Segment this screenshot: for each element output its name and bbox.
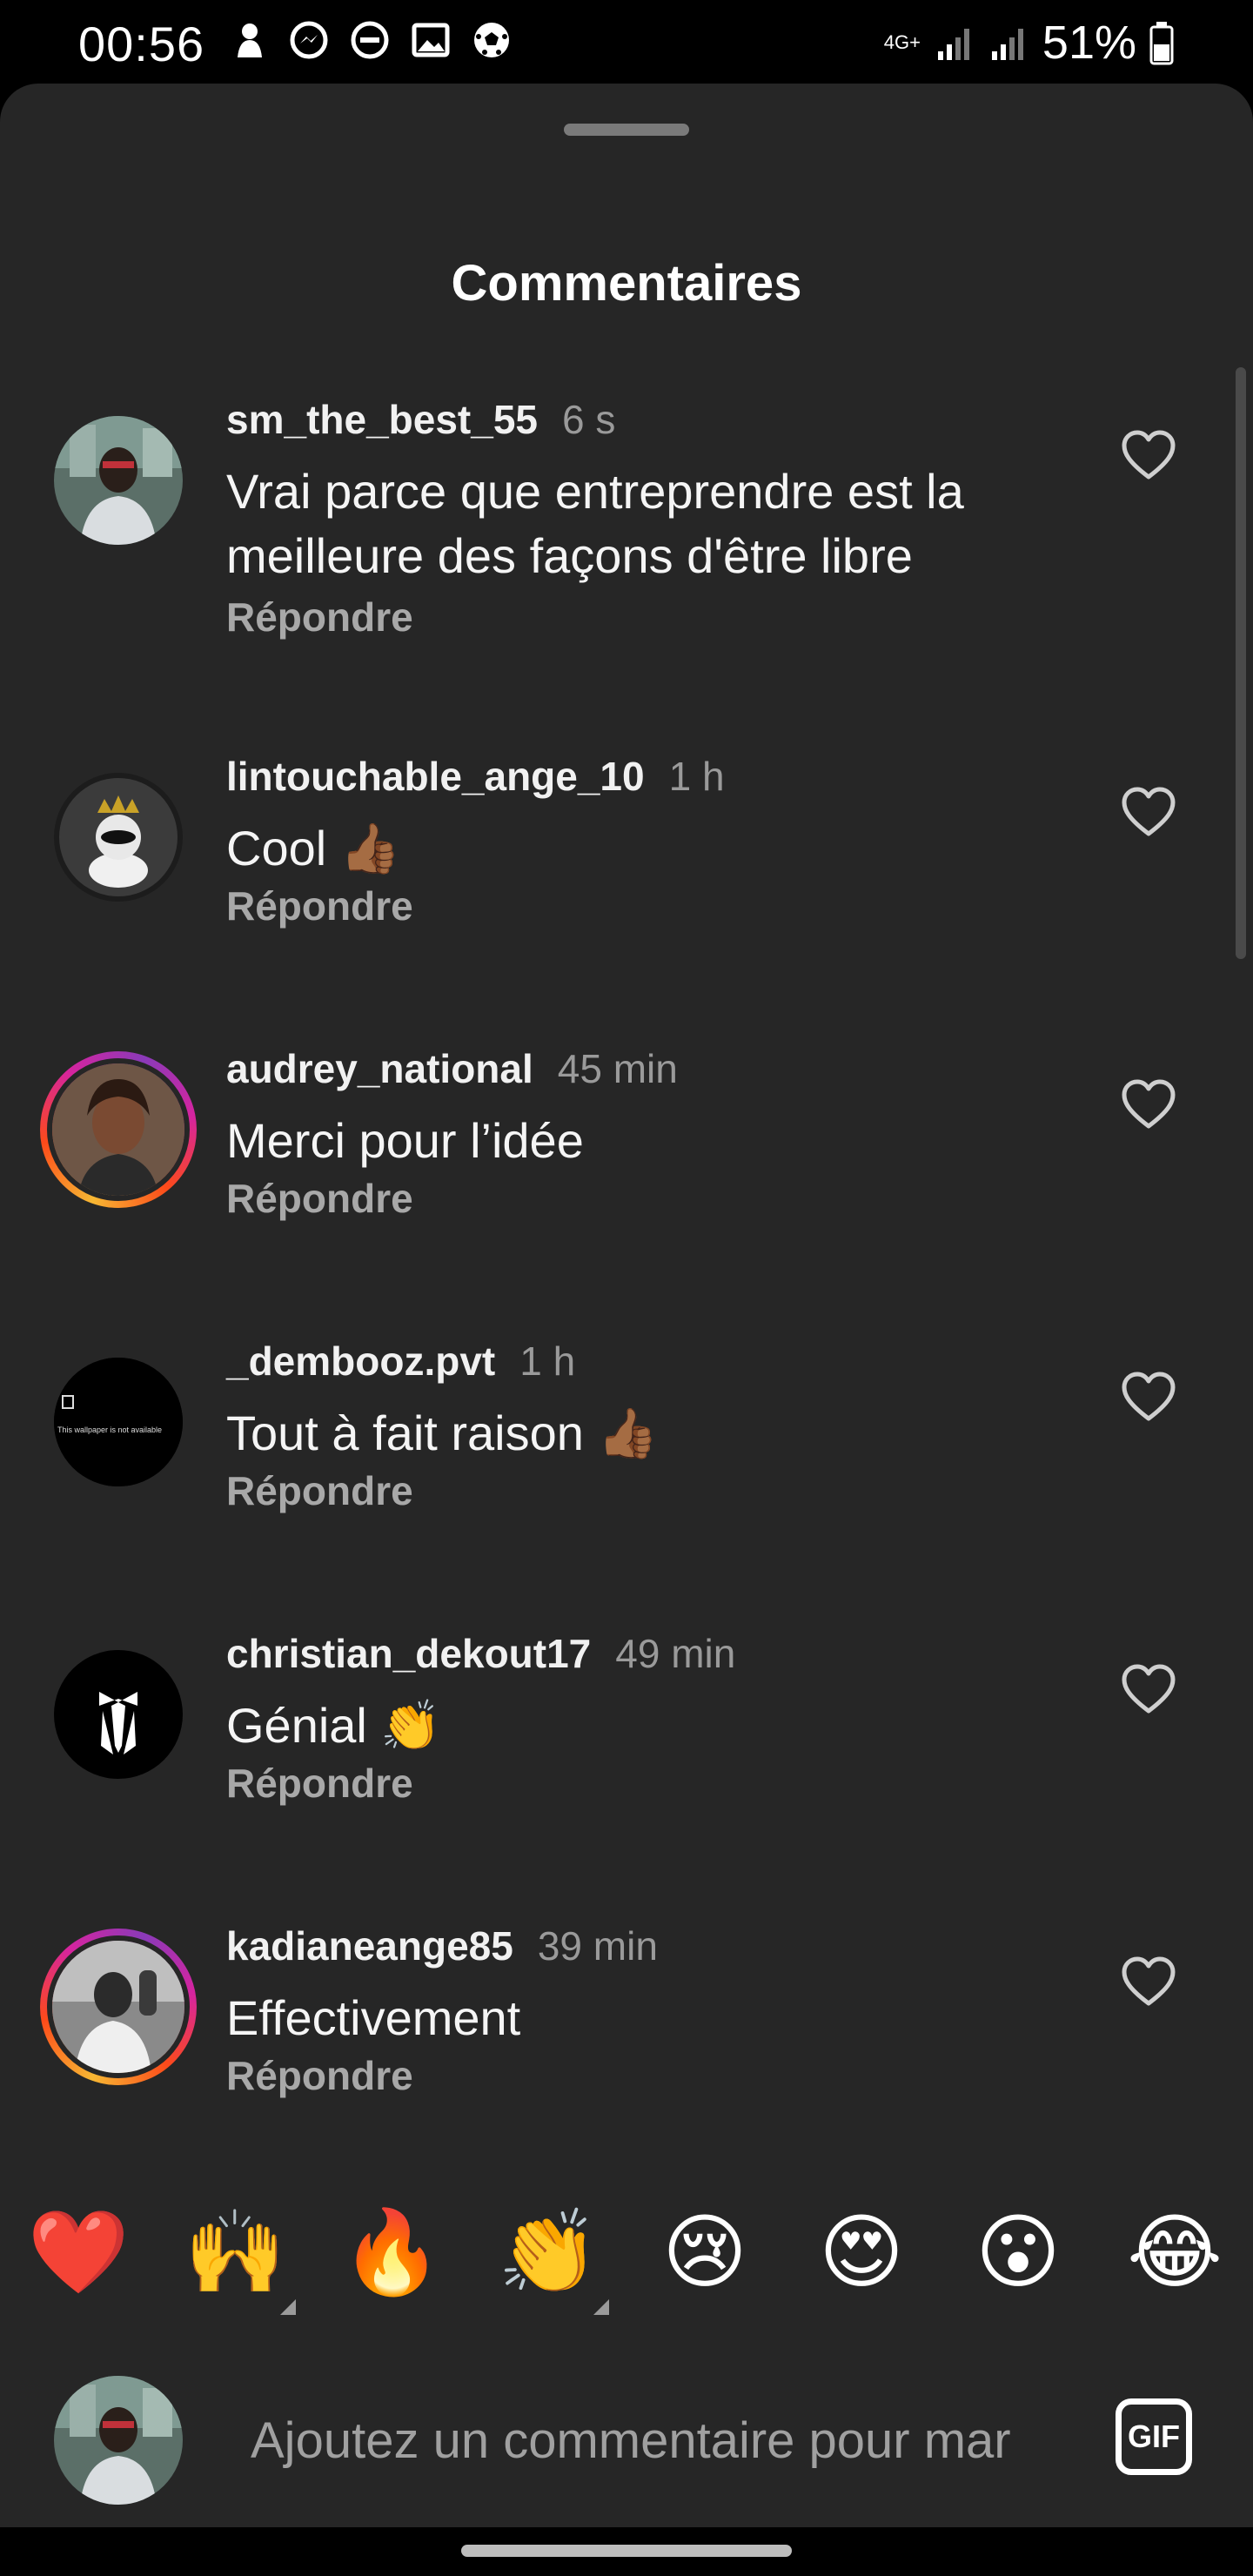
variant-indicator-icon (593, 2299, 609, 2315)
comment-text: Vrai parce que entreprendre est la meill… (226, 464, 964, 583)
heart-icon[interactable] (1119, 426, 1178, 486)
home-indicator[interactable] (461, 2545, 792, 2557)
variant-indicator-icon (280, 2299, 296, 2315)
comment-item: This wallpaper is not available _dembooz… (0, 1333, 1253, 1620)
avatar (54, 2376, 183, 2505)
reply-button[interactable]: Répondre (226, 2052, 413, 2099)
clap-reaction-button[interactable]: 👏 (496, 2197, 600, 2310)
comment-text: Tout à fait raison 👍🏾 (226, 1405, 659, 1460)
comment-username[interactable]: kadianeange85 (226, 1918, 513, 1974)
comment-username[interactable]: audrey_national (226, 1041, 533, 1097)
dog-notification-icon (238, 23, 262, 57)
comment-meta: lintouchable_ange_10 1 h (226, 748, 725, 804)
reply-button[interactable]: Répondre (226, 882, 413, 929)
avatar-photo-icon (52, 1063, 184, 1196)
gallery-icon (412, 23, 450, 57)
avatar-photo-icon (54, 773, 183, 902)
comment-timestamp: 1 h (668, 754, 725, 799)
comment-username[interactable]: lintouchable_ange_10 (226, 748, 645, 804)
messenger-icon (290, 21, 328, 59)
navigation-bar (0, 2527, 1253, 2576)
heart-icon[interactable] (1119, 1953, 1178, 2012)
drag-handle[interactable] (564, 124, 689, 136)
gif-button[interactable]: GIF (1116, 2398, 1192, 2475)
avatar[interactable]: This wallpaper is not available (54, 1358, 183, 1486)
comment-item: kadianeange85 39 min Effectivement Répon… (0, 1918, 1253, 2205)
heart-eyes-reaction-button[interactable]: 😍 (809, 2197, 914, 2310)
battery-icon (1149, 22, 1174, 65)
battery-percent: 51% (1042, 17, 1136, 69)
avatar[interactable] (54, 416, 183, 545)
comment-timestamp: 49 min (615, 1631, 736, 1676)
avatar[interactable] (54, 1650, 183, 1779)
comments-sheet: Commentaires sm_the_best_55 6 s Vrai par… (0, 84, 1253, 2527)
avatar-story-ring[interactable] (40, 1929, 197, 2085)
comment-timestamp: 6 s (561, 397, 616, 442)
comment-text: Génial 👏 (226, 1698, 442, 1753)
comment-timestamp: 45 min (557, 1046, 678, 1091)
comment-username[interactable]: _dembooz.pvt (226, 1333, 495, 1389)
avatar-photo-icon (52, 1941, 184, 2073)
reply-button[interactable]: Répondre (226, 1760, 413, 1807)
comment-meta: audrey_national 45 min (226, 1041, 678, 1097)
comment-username[interactable]: sm_the_best_55 (226, 392, 538, 447)
laughing-reaction-button[interactable]: 😂 (1122, 2197, 1227, 2310)
quick-reactions-bar: ❤️ 🙌 🔥 👏 😢 😍 😮 😂 (0, 2197, 1253, 2318)
avatar-caption: This wallpaper is not available (57, 1426, 163, 1434)
comment-meta: _dembooz.pvt 1 h (226, 1333, 575, 1389)
reply-button[interactable]: Répondre (226, 1175, 413, 1222)
avatar (47, 1058, 190, 1201)
comment-item: sm_the_best_55 6 s Vrai parce que entrep… (0, 392, 1253, 679)
status-bar: 00:56 4G+ 51% (0, 0, 1253, 84)
comment-item: christian_dekout17 49 min Génial 👏 Répon… (0, 1626, 1253, 1913)
avatar-story-ring[interactable] (40, 1051, 197, 1208)
status-right: 4G+ 51% (882, 16, 1175, 70)
comment-meta: sm_the_best_55 6 s (226, 392, 615, 447)
heart-icon[interactable] (1119, 783, 1178, 842)
comment-text: Cool 👍🏾 (226, 821, 401, 875)
notification-icons (231, 19, 513, 61)
avatar[interactable] (54, 773, 183, 902)
heart-icon[interactable] (1119, 1368, 1178, 1427)
comment-item: lintouchable_ange_10 1 h Cool 👍🏾 Répondr… (0, 748, 1253, 1036)
avatar-photo-icon (54, 416, 183, 545)
heart-icon[interactable] (1119, 1660, 1178, 1720)
fire-reaction-button[interactable]: 🔥 (339, 2197, 444, 2310)
comment-item: audrey_national 45 min Merci pour l’idée… (0, 1041, 1253, 1328)
reply-button[interactable]: Répondre (226, 1467, 413, 1514)
do-not-disturb-icon (351, 21, 389, 59)
tuxedo-avatar-icon (54, 1650, 183, 1779)
comment-timestamp: 39 min (537, 1923, 658, 1969)
comment-timestamp: 1 h (519, 1338, 576, 1384)
comment-meta: christian_dekout17 49 min (226, 1626, 735, 1681)
heart-reaction-button[interactable]: ❤️ (26, 2197, 131, 2310)
comment-text: Merci pour l’idée (226, 1113, 584, 1168)
crying-reaction-button[interactable]: 😢 (653, 2197, 757, 2310)
network-type: 4G+ (883, 31, 921, 53)
reply-button[interactable]: Répondre (226, 594, 413, 641)
comment-composer: GIF (0, 2358, 1253, 2506)
soccer-ball-icon (474, 23, 509, 57)
signal-icon (937, 29, 969, 60)
avatar-photo-icon (54, 2376, 183, 2505)
sheet-title: Commentaires (451, 255, 802, 312)
raised-hands-reaction-button[interactable]: 🙌 (183, 2197, 287, 2310)
avatar (47, 1935, 190, 2078)
heart-icon[interactable] (1119, 1076, 1178, 1135)
comment-input[interactable] (249, 2400, 1065, 2480)
comment-text: Effectivement (226, 1990, 521, 2045)
surprised-reaction-button[interactable]: 😮 (966, 2197, 1070, 2310)
signal-icon-2 (991, 29, 1023, 60)
comment-username[interactable]: christian_dekout17 (226, 1626, 591, 1681)
comment-meta: kadianeange85 39 min (226, 1918, 658, 1974)
unavailable-image-icon (54, 1358, 183, 1486)
status-time: 00:56 (78, 17, 205, 71)
